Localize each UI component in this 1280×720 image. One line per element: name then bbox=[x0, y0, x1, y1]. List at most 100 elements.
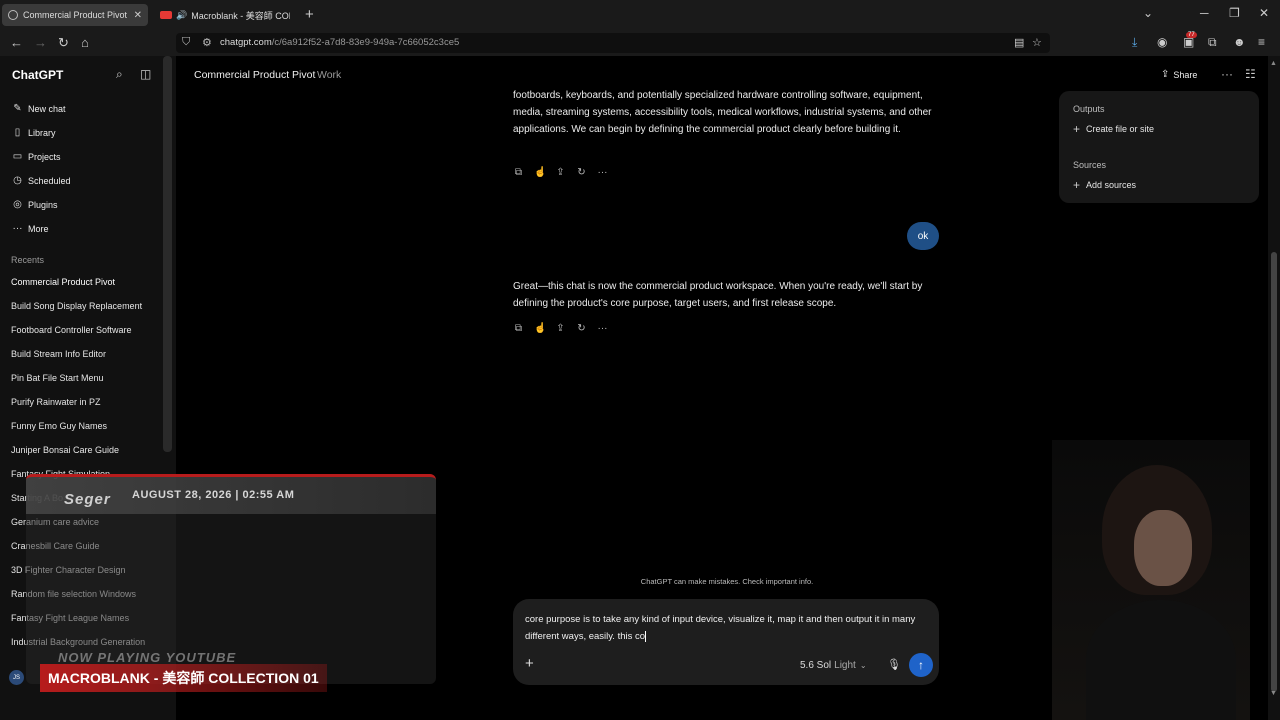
assistant-message: Great—this chat is now the commercial pr… bbox=[513, 281, 923, 309]
message-input[interactable]: core purpose is to take any kind of inpu… bbox=[525, 611, 929, 645]
speaker-icon[interactable]: 🔊 bbox=[176, 10, 187, 21]
share-button[interactable]: ⇪ Share bbox=[1161, 69, 1197, 80]
feedback-icon[interactable]: ☝ bbox=[534, 167, 546, 178]
assistant-message: footboards, keyboards, and potentially s… bbox=[513, 90, 932, 135]
sidebar-item-label: Library bbox=[28, 127, 56, 138]
regenerate-icon[interactable]: ↻ bbox=[576, 323, 587, 334]
plugin-icon: ◎ bbox=[13, 199, 22, 210]
regenerate-icon[interactable]: ↻ bbox=[576, 167, 587, 178]
edit-icon: ✎ bbox=[13, 103, 22, 114]
arrow-up-icon: ↑ bbox=[918, 658, 924, 672]
share-message-icon[interactable]: ⇪ bbox=[555, 323, 566, 334]
extension-badge: 77 bbox=[1186, 32, 1197, 38]
url-path: /c/6a912f52-a7d8-83e9-949a-7c66052c3ce5 bbox=[271, 37, 460, 48]
restore-icon[interactable]: ❐ bbox=[1229, 6, 1240, 20]
recent-chat-item[interactable]: Juniper Bonsai Care Guide bbox=[11, 445, 119, 455]
add-sources-button[interactable]: + Add sources bbox=[1073, 178, 1136, 192]
shield-icon[interactable]: ⛉ bbox=[182, 36, 190, 49]
share-message-icon[interactable]: ⇪ bbox=[555, 167, 566, 178]
panel-toggle-icon[interactable]: ☷ bbox=[1245, 67, 1256, 81]
menu-icon[interactable]: ≡ bbox=[1258, 35, 1265, 49]
sidebar-item-plugins[interactable]: ◎ Plugins bbox=[11, 199, 58, 210]
scroll-up-icon[interactable]: ▲ bbox=[1270, 60, 1277, 67]
main-scrollbar[interactable]: ▲ ▼ bbox=[1268, 56, 1280, 720]
sidebar-item-scheduled[interactable]: ◷ Scheduled bbox=[11, 175, 70, 186]
plus-icon: + bbox=[1073, 178, 1081, 192]
sidebar-item-more[interactable]: ··· More bbox=[11, 223, 49, 234]
scroll-down-icon[interactable]: ▼ bbox=[1270, 690, 1277, 697]
send-button[interactable]: ↑ bbox=[909, 653, 933, 677]
recent-chat-item[interactable]: Pin Bat File Start Menu bbox=[11, 373, 104, 383]
close-tab-icon[interactable]: ✕ bbox=[134, 10, 142, 21]
reload-icon[interactable]: ↻ bbox=[58, 35, 69, 51]
composer: core purpose is to take any kind of inpu… bbox=[513, 599, 939, 685]
recent-chat-item[interactable]: Footboard Controller Software bbox=[11, 325, 132, 335]
copy-icon[interactable]: ⧉ bbox=[513, 323, 524, 334]
sidebar-item-projects[interactable]: ▭ Projects bbox=[11, 151, 61, 162]
app-brand[interactable]: ChatGPT bbox=[12, 68, 63, 82]
microphone-icon[interactable]: 🎙 bbox=[887, 658, 901, 671]
attach-plus-icon[interactable]: + bbox=[525, 655, 534, 672]
browser-tab-bar: Commercial Product Pivot ✕ 🔊 Macroblank … bbox=[0, 0, 1280, 30]
project-label[interactable]: Work bbox=[317, 69, 341, 81]
back-icon[interactable]: ← bbox=[10, 35, 23, 50]
close-window-icon[interactable]: ✕ bbox=[1259, 6, 1269, 20]
new-tab-icon[interactable]: + bbox=[305, 6, 314, 23]
recent-chat-item[interactable]: Purify Rainwater in PZ bbox=[11, 397, 101, 407]
bookmark-star-icon[interactable]: ☆ bbox=[1032, 36, 1042, 49]
create-file-button[interactable]: + Create file or site bbox=[1073, 122, 1154, 136]
url-text[interactable]: chatgpt.com/c/6a912f52-a7d8-83e9-949a-7c… bbox=[220, 37, 459, 48]
recent-chat-item[interactable]: Commercial Product Pivot bbox=[11, 277, 115, 287]
message-actions: ⧉ ☝ ⇪ ↻ ··· bbox=[513, 323, 608, 334]
webcam-body bbox=[1086, 600, 1236, 720]
account-icon[interactable]: ◉ bbox=[1157, 35, 1167, 49]
clock-icon: ◷ bbox=[13, 175, 22, 186]
chevron-down-icon: ⌄ bbox=[859, 661, 867, 670]
url-host: chatgpt.com bbox=[220, 37, 272, 48]
sidebar-item-library[interactable]: ▯ Library bbox=[11, 127, 56, 138]
webcam-face bbox=[1134, 510, 1192, 586]
recent-chat-item[interactable]: Build Stream Info Editor bbox=[11, 349, 106, 359]
message-input-text: core purpose is to take any kind of inpu… bbox=[525, 614, 916, 642]
sidebar-item-label: New chat bbox=[28, 103, 66, 114]
tab-commercial-product-pivot[interactable]: Commercial Product Pivot ✕ bbox=[2, 4, 148, 26]
home-icon[interactable]: ⌂ bbox=[81, 35, 89, 50]
disclaimer: ChatGPT can make mistakes. Check importa… bbox=[640, 577, 814, 586]
sidebar-scrollbar[interactable] bbox=[163, 56, 172, 452]
copy-icon[interactable]: ⧉ bbox=[513, 167, 524, 178]
address-bar[interactable]: ⛉ ⚙ chatgpt.com/c/6a912f52-a7d8-83e9-949… bbox=[176, 33, 1050, 53]
sidebar-item-new-chat[interactable]: ✎ New chat bbox=[11, 103, 66, 114]
model-name: 5.6 Sol bbox=[800, 660, 832, 671]
minimize-icon[interactable]: ─ bbox=[1200, 6, 1209, 20]
tab-macroblank[interactable]: 🔊 Macroblank - 美容師 COLL bbox=[154, 4, 296, 26]
toggle-sidebar-icon[interactable]: ◫ bbox=[140, 67, 151, 81]
forward-icon[interactable]: → bbox=[34, 35, 47, 50]
search-icon[interactable]: ⌕ bbox=[116, 67, 123, 82]
site-settings-icon[interactable]: ⚙ bbox=[202, 36, 212, 49]
add-sources-label: Add sources bbox=[1086, 180, 1137, 190]
recent-chat-item[interactable]: Build Song Display Replacement bbox=[11, 301, 142, 311]
sidebar-item-label: Projects bbox=[28, 151, 61, 162]
model-mode: Light bbox=[834, 660, 856, 671]
more-icon[interactable]: ··· bbox=[597, 323, 608, 334]
profile-icon[interactable]: ☻ bbox=[1233, 35, 1246, 49]
avatar[interactable]: JS bbox=[9, 670, 24, 685]
scrollbar-thumb[interactable] bbox=[1271, 252, 1277, 692]
recents-heading: Recents bbox=[11, 255, 45, 265]
plus-icon: + bbox=[1073, 122, 1081, 136]
more-options-icon[interactable]: ··· bbox=[1221, 67, 1233, 81]
recent-chat-item[interactable]: Funny Emo Guy Names bbox=[11, 421, 107, 431]
puzzle-icon[interactable]: ⧉ bbox=[1208, 35, 1217, 50]
model-selector[interactable]: 5.6 Sol Light ⌄ bbox=[800, 660, 867, 671]
webcam-overlay bbox=[1052, 440, 1250, 720]
conversation-title[interactable]: Commercial Product Pivot bbox=[194, 69, 315, 81]
sidebar-item-label: Plugins bbox=[28, 199, 58, 210]
reader-view-icon[interactable]: ▤ bbox=[1014, 36, 1024, 49]
more-icon[interactable]: ··· bbox=[597, 167, 608, 178]
text-caret bbox=[645, 630, 647, 642]
download-icon[interactable]: ⤓ bbox=[1132, 35, 1137, 50]
tab-list-chevron-icon[interactable]: ⌄ bbox=[1143, 6, 1153, 20]
sidebar-item-label: More bbox=[28, 223, 49, 234]
feedback-icon[interactable]: ☝ bbox=[534, 323, 546, 334]
sources-heading: Sources bbox=[1073, 160, 1107, 170]
